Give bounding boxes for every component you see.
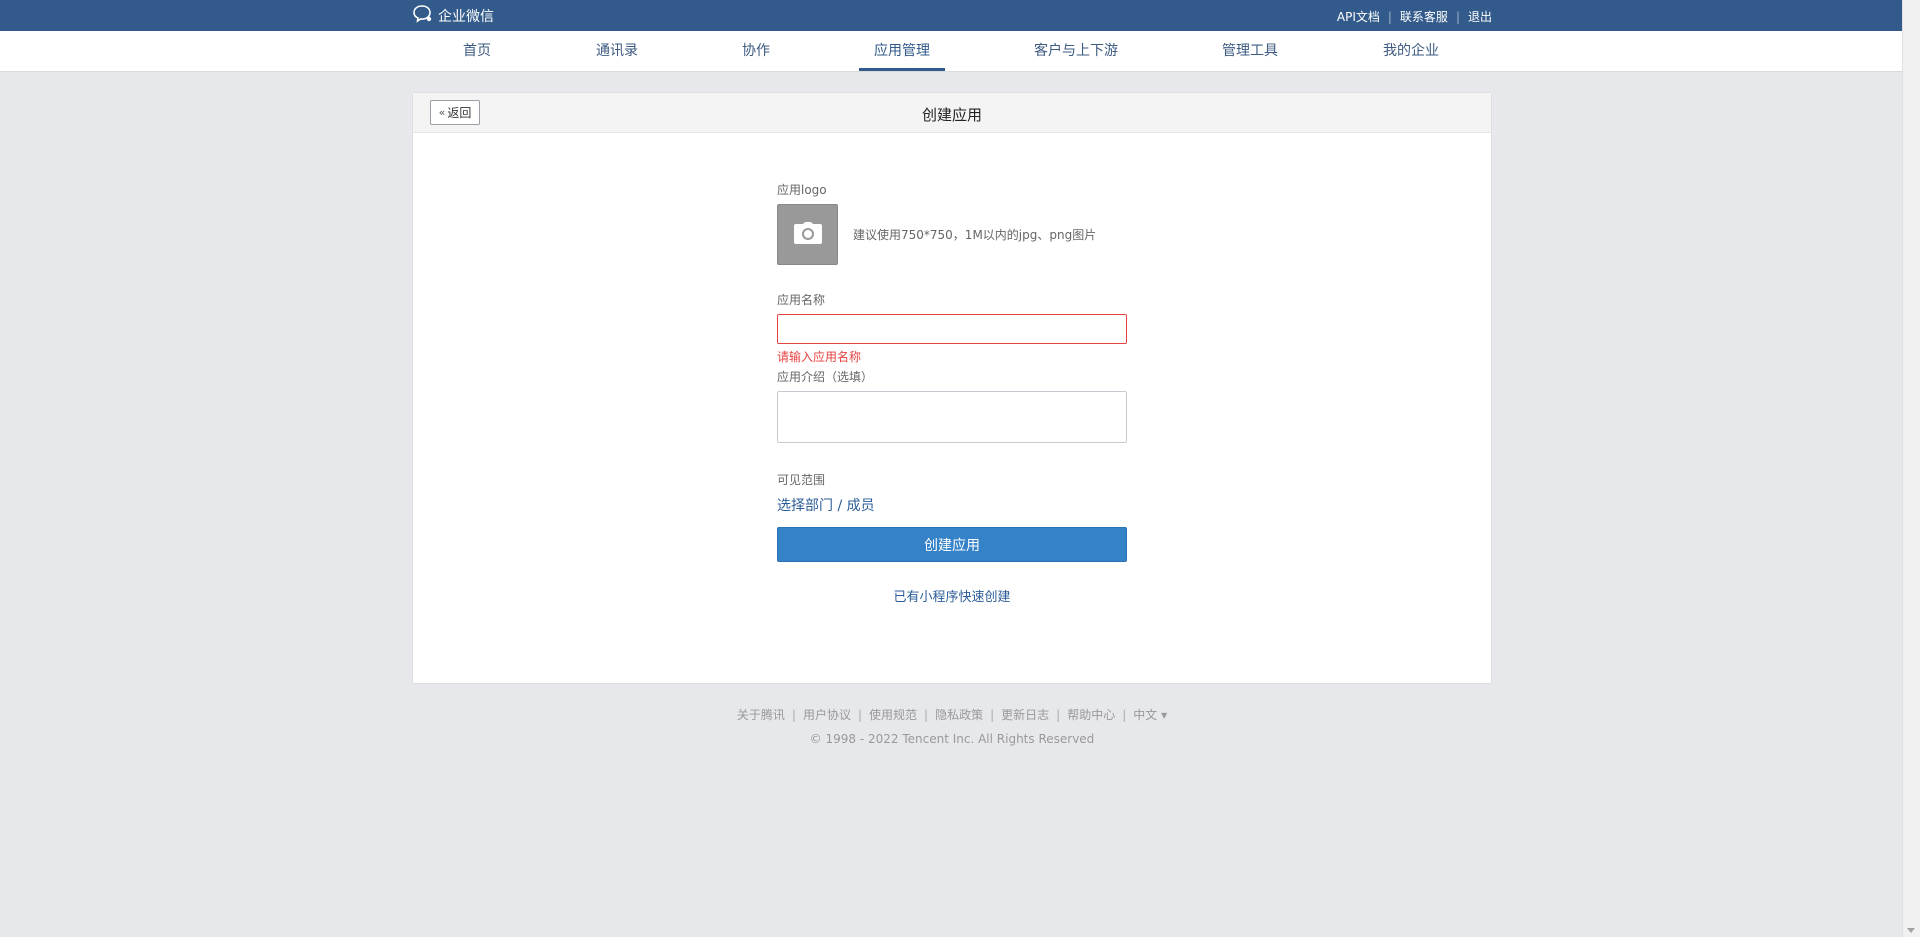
divider: | — [1056, 707, 1061, 722]
logo-upload-button[interactable] — [777, 204, 838, 265]
top-links: API文档 | 联系客服 | 退出 — [1337, 8, 1492, 25]
main-nav: 首页 通讯录 协作 应用管理 客户与上下游 管理工具 我的企业 — [0, 31, 1902, 72]
create-app-button[interactable]: 创建应用 — [777, 527, 1127, 562]
footer: 关于腾讯 | 用户协议 | 使用规范 | 隐私政策 | 更新日志 | 帮助中心 … — [412, 706, 1492, 747]
footer-link-help[interactable]: 帮助中心 — [1067, 706, 1115, 723]
divider: | — [791, 707, 796, 722]
card-header: « 返回 创建应用 — [413, 93, 1491, 133]
create-app-card: « 返回 创建应用 应用logo 建议使用750*750，1M以内的jpg、pn… — [412, 92, 1492, 684]
footer-link-usage-policy[interactable]: 使用规范 — [869, 706, 917, 723]
scroll-down-arrow-icon[interactable] — [1907, 928, 1915, 933]
logo-hint: 建议使用750*750，1M以内的jpg、png图片 — [853, 228, 1097, 242]
language-select[interactable]: 中文 ▾ — [1133, 706, 1167, 723]
nav-item-app-management[interactable]: 应用管理 — [859, 31, 945, 71]
nav-item-home[interactable]: 首页 — [463, 31, 491, 71]
app-intro-textarea[interactable] — [777, 391, 1127, 443]
footer-link-about[interactable]: 关于腾讯 — [737, 706, 785, 723]
create-app-form: 应用logo 建议使用750*750，1M以内的jpg、png图片 应用名称 请… — [777, 181, 1127, 605]
vertical-scrollbar[interactable] — [1902, 0, 1920, 937]
camera-icon — [793, 221, 822, 248]
api-docs-link[interactable]: API文档 — [1337, 8, 1380, 25]
footer-link-changelog[interactable]: 更新日志 — [1001, 706, 1049, 723]
footer-links: 关于腾讯 | 用户协议 | 使用规范 | 隐私政策 | 更新日志 | 帮助中心 … — [412, 706, 1492, 723]
nav-item-collaboration[interactable]: 协作 — [742, 31, 770, 71]
app-name-input[interactable] — [777, 314, 1127, 344]
nav-item-contacts[interactable]: 通讯录 — [596, 31, 638, 71]
select-scope-link[interactable]: 选择部门 / 成员 — [777, 495, 1127, 515]
top-bar: 企业微信 API文档 | 联系客服 | 退出 — [0, 0, 1902, 31]
brand-logo[interactable]: 企业微信 — [412, 4, 494, 28]
logo-label: 应用logo — [777, 183, 827, 197]
contact-support-link[interactable]: 联系客服 — [1400, 8, 1448, 25]
chat-bubble-icon — [412, 4, 438, 28]
copyright: © 1998 - 2022 Tencent Inc. All Rights Re… — [809, 732, 1095, 746]
logout-link[interactable]: 退出 — [1468, 8, 1492, 25]
divider: | — [857, 707, 863, 722]
divider: | — [990, 707, 995, 722]
divider: | — [924, 707, 929, 722]
app-name-error: 请输入应用名称 — [777, 350, 862, 364]
quick-create-link[interactable]: 已有小程序快速创建 — [777, 586, 1127, 605]
divider: | — [1387, 9, 1392, 24]
visible-scope-label: 可见范围 — [777, 473, 826, 487]
nav-item-customers[interactable]: 客户与上下游 — [1034, 31, 1118, 71]
divider: | — [1122, 707, 1127, 722]
footer-link-privacy[interactable]: 隐私政策 — [935, 706, 983, 723]
nav-item-my-enterprise[interactable]: 我的企业 — [1383, 31, 1439, 71]
app-name-label: 应用名称 — [777, 293, 826, 307]
footer-link-user-agreement[interactable]: 用户协议 — [803, 706, 851, 723]
page-title: 创建应用 — [921, 106, 982, 124]
nav-item-management-tools[interactable]: 管理工具 — [1222, 31, 1278, 71]
brand-name: 企业微信 — [438, 9, 494, 25]
app-intro-label: 应用介绍（选填） — [777, 370, 874, 384]
divider: | — [1455, 9, 1460, 24]
